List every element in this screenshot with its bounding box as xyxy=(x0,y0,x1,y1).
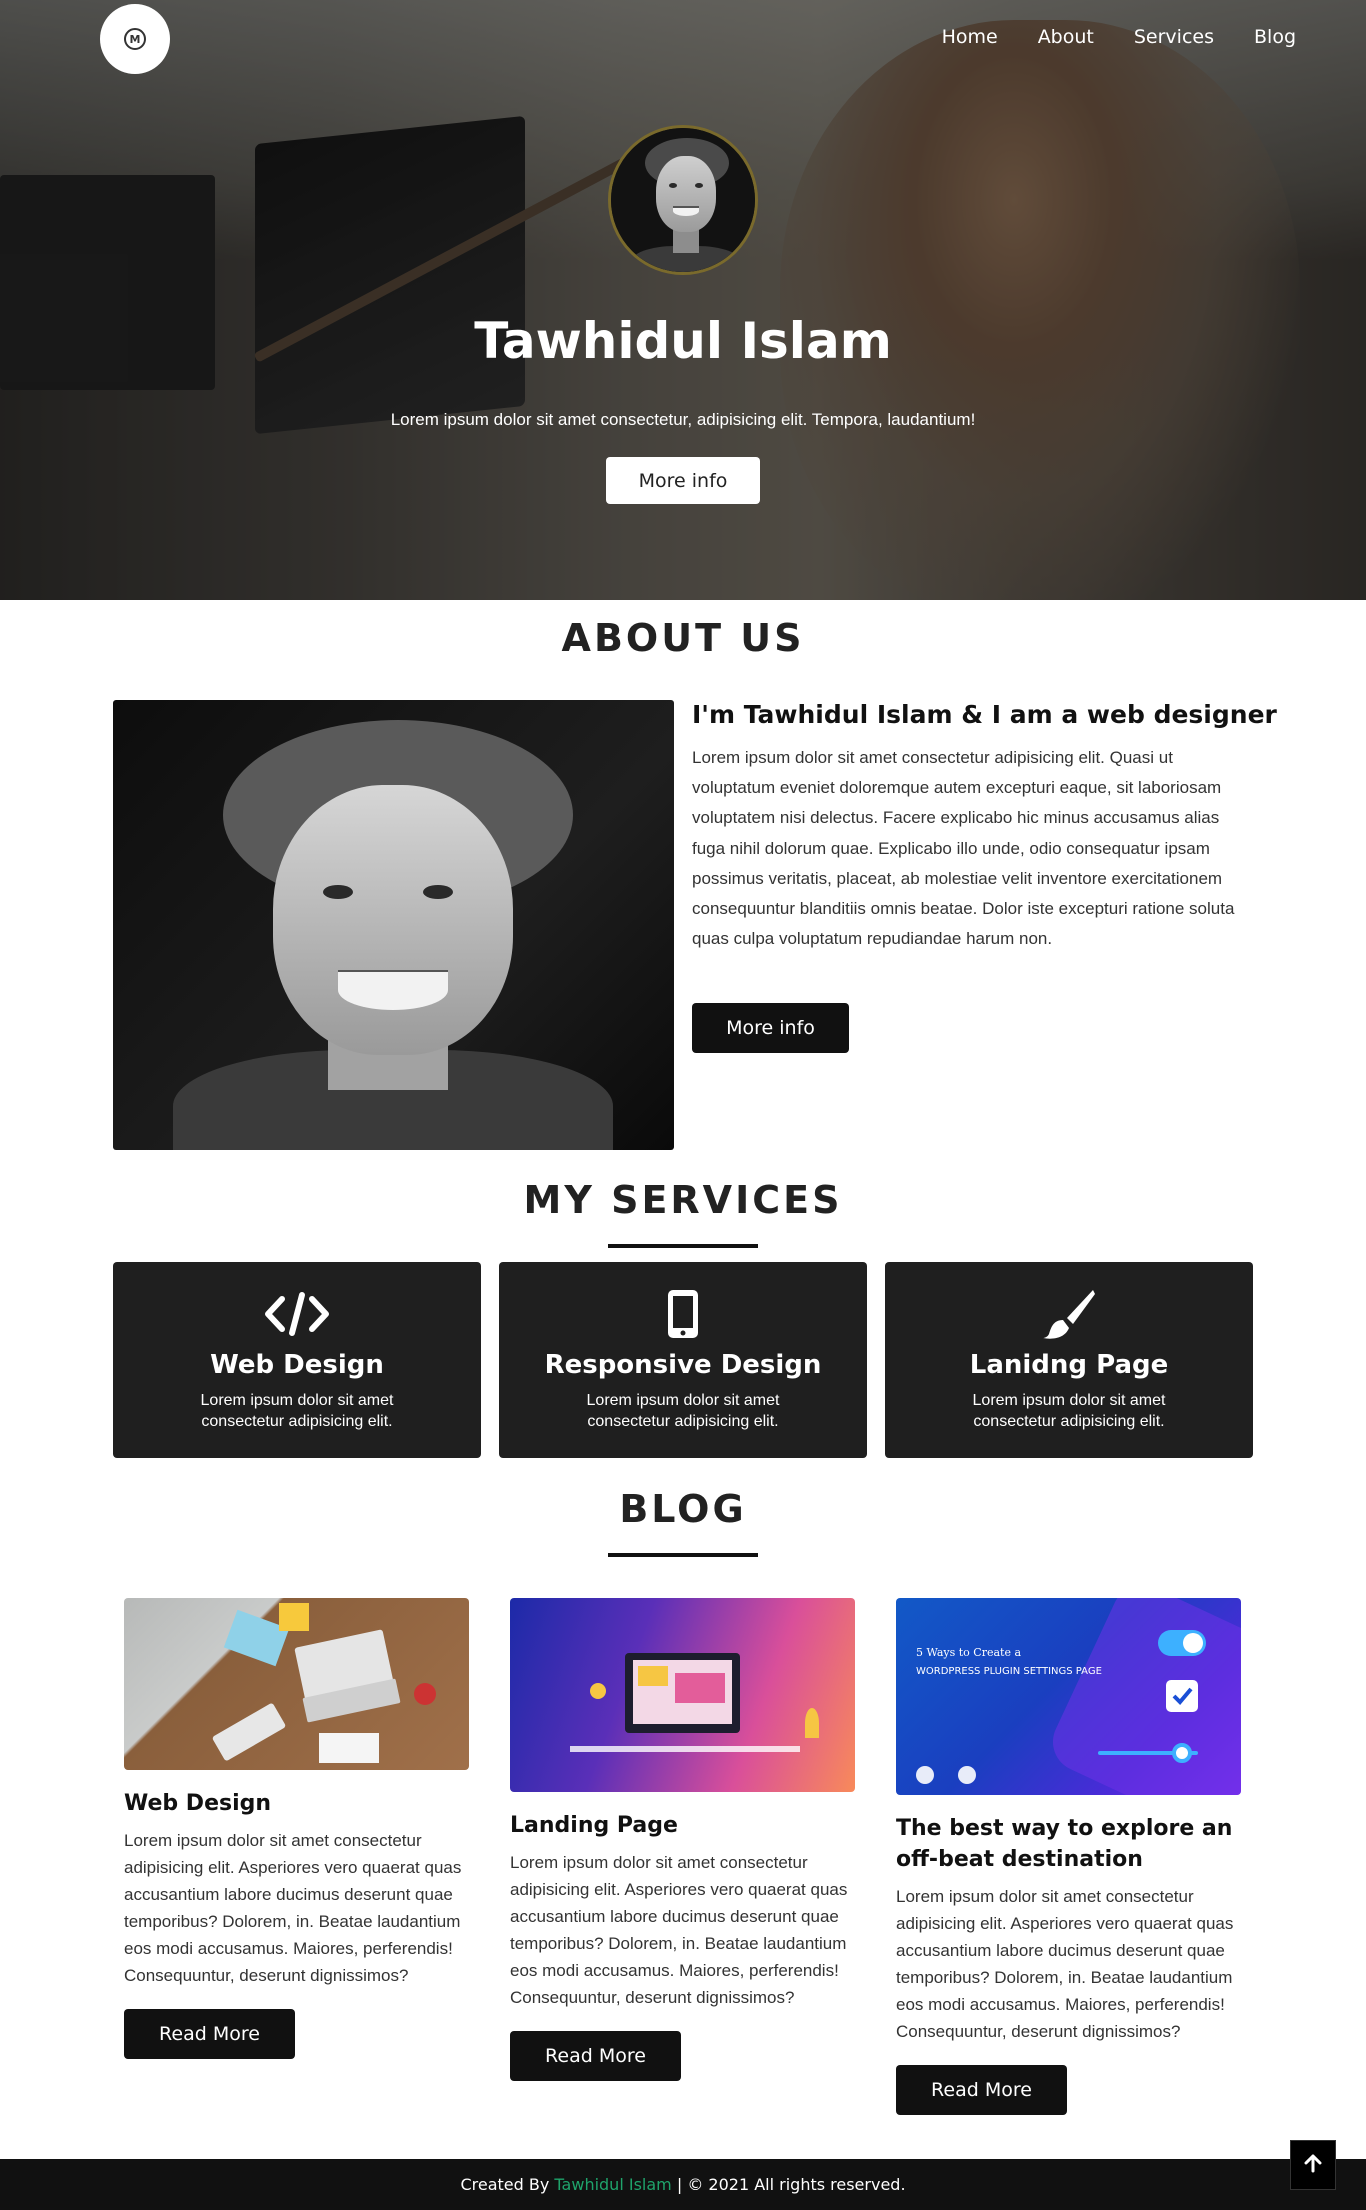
blog-card: Landing Page Lorem ipsum dolor sit amet … xyxy=(510,1598,855,2081)
service-card-responsive-design: Responsive Design Lorem ipsum dolor sit … xyxy=(499,1262,867,1458)
main-nav: Home About Services Blog xyxy=(942,26,1296,48)
hero-avatar xyxy=(608,125,758,275)
hero-title: Tawhidul Islam xyxy=(474,312,892,370)
nav-item-home[interactable]: Home xyxy=(942,26,998,48)
services-section-title: MY SERVICES xyxy=(523,1178,843,1222)
hero-more-info-button[interactable]: More info xyxy=(606,457,760,504)
nav-item-blog[interactable]: Blog xyxy=(1254,26,1296,48)
about-text: Lorem ipsum dolor sit amet consectetur a… xyxy=(692,748,1235,949)
read-more-button[interactable]: Read More xyxy=(510,2031,681,2081)
image-caption: 5 Ways to Create a xyxy=(916,1646,1022,1659)
checkbox-graphic xyxy=(1166,1680,1198,1712)
blog-post-text: Lorem ipsum dolor sit amet consectetur a… xyxy=(124,1831,462,1985)
blog-post-title: The best way to explore an off-beat dest… xyxy=(896,1816,1233,1872)
service-text: Lorem ipsum dolor sit amet consectetur a… xyxy=(200,1392,394,1430)
service-title: Responsive Design xyxy=(544,1350,822,1380)
read-more-button[interactable]: Read More xyxy=(896,2065,1067,2115)
service-title: Lanidng Page xyxy=(969,1350,1169,1380)
about-section-title: ABOUT US xyxy=(561,616,805,660)
blog-post-text: Lorem ipsum dolor sit amet consectetur a… xyxy=(896,1887,1234,2041)
blog-section-title: BLOG xyxy=(619,1487,747,1531)
service-card-web-design: Web Design Lorem ipsum dolor sit amet co… xyxy=(113,1262,481,1458)
read-more-button[interactable]: Read More xyxy=(124,2009,295,2059)
service-title: Web Design xyxy=(210,1350,384,1380)
logo-mark: M xyxy=(124,28,146,50)
code-icon xyxy=(113,1288,481,1340)
blog-post-text: Lorem ipsum dolor sit amet consectetur a… xyxy=(510,1853,848,2007)
site-logo[interactable]: M xyxy=(100,4,170,74)
hero-overlay xyxy=(0,0,1366,600)
image-caption: WORDPRESS PLUGIN SETTINGS PAGE xyxy=(916,1666,1102,1677)
blog-image-wordpress: 5 Ways to Create a WORDPRESS PLUGIN SETT… xyxy=(896,1598,1241,1795)
blog-card: 5 Ways to Create a WORDPRESS PLUGIN SETT… xyxy=(896,1598,1241,2115)
arrow-up-icon xyxy=(1304,2153,1322,2178)
about-photo-face xyxy=(113,700,674,1150)
footer-author-link[interactable]: Tawhidul Islam xyxy=(554,2175,671,2194)
nav-item-services[interactable]: Services xyxy=(1134,26,1214,48)
blog-card: Web Design Lorem ipsum dolor sit amet co… xyxy=(124,1598,469,2059)
about-heading: I'm Tawhidul Islam & I am a web designer xyxy=(692,700,1277,729)
footer: Created By Tawhidul Islam | © 2021 All r… xyxy=(0,2159,1366,2210)
about-photo xyxy=(113,700,674,1150)
blog-post-title: Landing Page xyxy=(510,1813,678,1838)
paint-brush-icon xyxy=(885,1288,1253,1340)
avatar-face xyxy=(611,128,755,272)
footer-prefix: Created By xyxy=(460,2175,550,2194)
scroll-to-top-button[interactable] xyxy=(1290,2140,1336,2190)
hero-section: M Home About Services Blog Tawhidul Isla… xyxy=(0,0,1366,600)
blog-title-rule xyxy=(608,1553,758,1557)
hero-subtitle: Lorem ipsum dolor sit amet consectetur, … xyxy=(390,410,976,429)
nav-item-about[interactable]: About xyxy=(1038,26,1094,48)
footer-copyright: | © 2021 All rights reserved. xyxy=(676,2175,906,2194)
service-card-landing-page: Lanidng Page Lorem ipsum dolor sit amet … xyxy=(885,1262,1253,1458)
blog-image-web-design xyxy=(124,1598,469,1770)
service-text: Lorem ipsum dolor sit amet consectetur a… xyxy=(586,1392,780,1430)
blog-post-title: Web Design xyxy=(124,1791,272,1816)
service-text: Lorem ipsum dolor sit amet consectetur a… xyxy=(972,1392,1166,1430)
blog-image-landing-page xyxy=(510,1598,855,1792)
toggle-graphic xyxy=(1158,1630,1206,1656)
services-title-rule xyxy=(608,1244,758,1248)
about-more-info-button[interactable]: More info xyxy=(692,1003,849,1053)
mobile-icon xyxy=(499,1288,867,1340)
